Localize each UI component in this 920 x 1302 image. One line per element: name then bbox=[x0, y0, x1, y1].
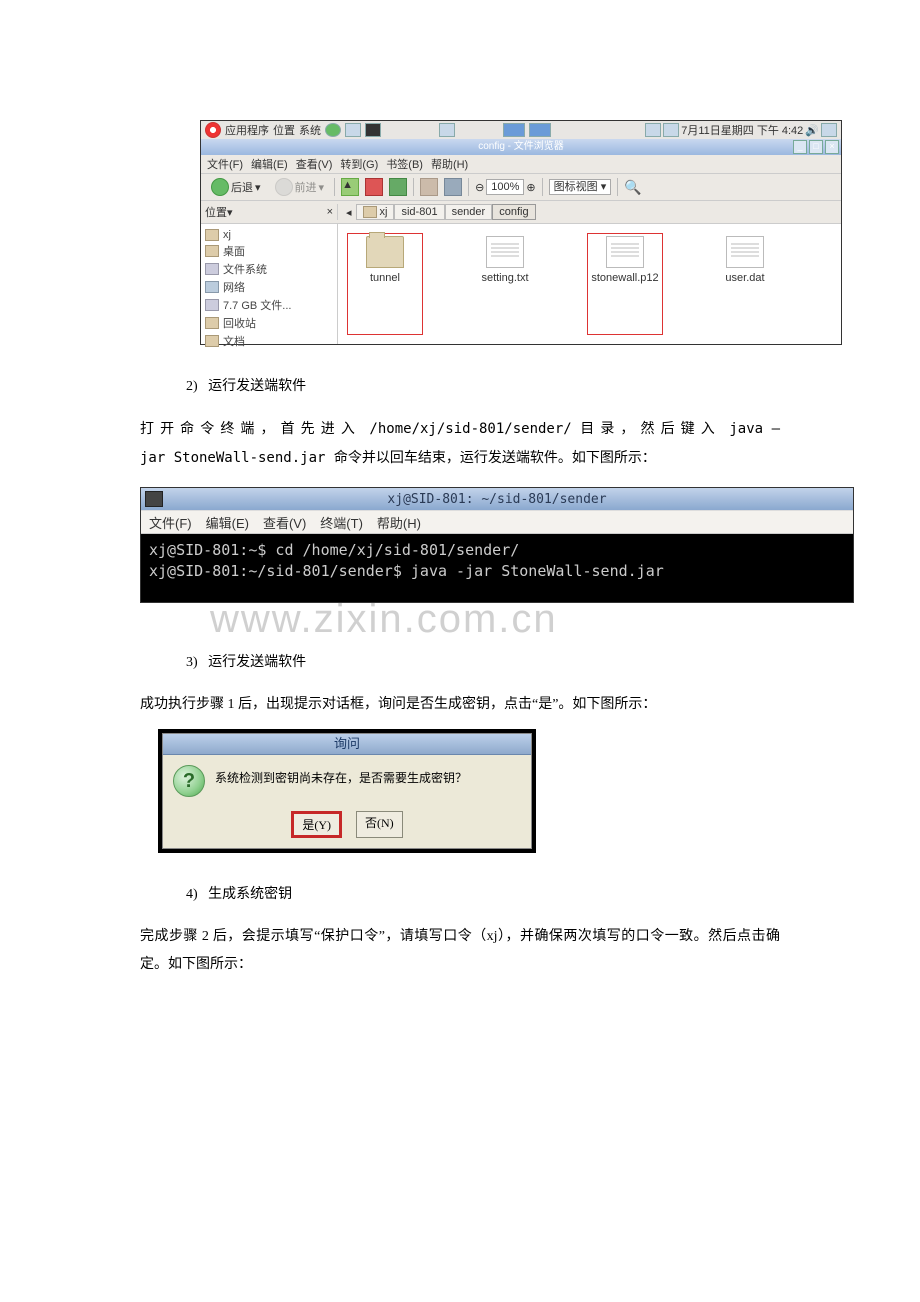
question-icon: ? bbox=[173, 765, 205, 797]
terminal-menu-view[interactable]: 查看(V) bbox=[263, 513, 306, 532]
breadcrumb-current[interactable]: config bbox=[492, 204, 535, 220]
reload-icon[interactable] bbox=[389, 178, 407, 196]
search-icon[interactable]: 🔍 bbox=[624, 179, 641, 196]
file-item[interactable]: user.dat bbox=[710, 236, 780, 332]
tray-icon[interactable] bbox=[645, 123, 661, 137]
breadcrumb[interactable]: xj bbox=[356, 204, 395, 220]
up-icon[interactable]: ▲ bbox=[341, 178, 359, 196]
sidebar-item[interactable]: 网络 bbox=[205, 278, 333, 296]
close-button[interactable]: × bbox=[825, 140, 839, 154]
file-label: tunnel bbox=[370, 272, 400, 284]
terminal-menu-help[interactable]: 帮助(H) bbox=[377, 513, 421, 532]
step-heading-3: 3) 运行发送端软件 bbox=[186, 651, 780, 671]
menu-goto[interactable]: 转到(G) bbox=[340, 156, 378, 172]
file-icon bbox=[486, 236, 524, 268]
computer-icon[interactable] bbox=[444, 178, 462, 196]
file-pane: tunnel setting.txt stonewall.p12 user.da… bbox=[338, 224, 841, 344]
taskbar-window-2[interactable] bbox=[529, 123, 551, 137]
folder-icon bbox=[366, 236, 404, 268]
menu-help[interactable]: 帮助(H) bbox=[431, 156, 468, 172]
no-button[interactable]: 否(N) bbox=[356, 811, 403, 838]
maximize-button[interactable]: □ bbox=[809, 140, 823, 154]
places-header: 位置▾ bbox=[205, 204, 233, 220]
file-label: setting.txt bbox=[481, 272, 528, 284]
terminal-menu-terminal[interactable]: 终端(T) bbox=[320, 513, 363, 532]
sidebar-item[interactable]: 文档 bbox=[205, 332, 333, 350]
zoom-in-icon[interactable]: ⊕ bbox=[526, 181, 535, 194]
file-icon bbox=[726, 236, 764, 268]
forward-button: 前进 ▾ bbox=[271, 176, 329, 198]
desktop-panel: 应用程序 位置 系统 7月11日星期四 下午 4:42 🔊 bbox=[201, 121, 841, 139]
sidebar-item[interactable]: xj bbox=[205, 228, 333, 242]
terminal-title-bar: xj@SID-801: ~/sid-801/sender bbox=[141, 488, 853, 510]
panel-launcher-icon[interactable] bbox=[345, 123, 361, 137]
tray-icon[interactable] bbox=[821, 123, 837, 137]
dialog-title: 询问 bbox=[163, 734, 531, 755]
step-heading-2: 2) 运行发送端软件 bbox=[186, 375, 780, 395]
sidebar-item[interactable]: 回收站 bbox=[205, 314, 333, 332]
terminal-menubar: 文件(F) 编辑(E) 查看(V) 终端(T) 帮助(H) bbox=[141, 510, 853, 534]
breadcrumb[interactable]: sid-801 bbox=[394, 204, 444, 220]
paragraph: 打开命令终端，首先进入 /home/xj/sid-801/sender/ 目录，… bbox=[140, 415, 780, 473]
zoom-level[interactable]: 100% bbox=[486, 179, 524, 195]
panel-places[interactable]: 位置 bbox=[273, 122, 295, 138]
minimize-button[interactable]: _ bbox=[793, 140, 807, 154]
sidebar-close-icon[interactable]: × bbox=[327, 206, 333, 218]
pathbar: 位置▾ × ◂ xj sid-801 sender config bbox=[201, 201, 841, 224]
menubar: 文件(F) 编辑(E) 查看(V) 转到(G) 书签(B) 帮助(H) bbox=[201, 155, 841, 174]
terminal-menu-edit[interactable]: 编辑(E) bbox=[206, 513, 249, 532]
back-button[interactable]: 后退 ▾ bbox=[207, 176, 265, 198]
window-title-bar: config - 文件浏览器 _ □ × bbox=[201, 139, 841, 155]
paragraph: 成功执行步骤 1 后，出现提示对话框，询问是否生成密钥，点击“是”。如下图所示： bbox=[140, 691, 780, 719]
file-manager-window: 应用程序 位置 系统 7月11日星期四 下午 4:42 🔊 config - 文… bbox=[200, 120, 842, 345]
menu-edit[interactable]: 编辑(E) bbox=[251, 156, 288, 172]
panel-keyboard-icon[interactable] bbox=[439, 123, 455, 137]
window-title: config - 文件浏览器 bbox=[478, 141, 564, 152]
confirm-dialog: 询问 ? 系统检测到密钥尚未存在，是否需要生成密钥？ 是(Y) 否(N) bbox=[158, 729, 536, 853]
sidebar: xj 桌面 文件系统 网络 7.7 GB 文件... 回收站 文档 bbox=[201, 224, 338, 344]
paragraph: 完成步骤 2 后，会提示填写“保护口令”，请填写口令（xj），并确保两次填写的口… bbox=[140, 923, 780, 979]
yes-button[interactable]: 是(Y) bbox=[291, 811, 342, 838]
panel-launcher-icon[interactable] bbox=[325, 123, 341, 137]
menu-bookmarks[interactable]: 书签(B) bbox=[386, 156, 423, 172]
panel-apps[interactable]: 应用程序 bbox=[225, 122, 269, 138]
panel-system[interactable]: 系统 bbox=[299, 122, 321, 138]
step-heading-4: 4) 生成系统密钥 bbox=[186, 883, 780, 903]
zoom-controls: ⊖ 100% ⊕ bbox=[475, 179, 536, 195]
menu-file[interactable]: 文件(F) bbox=[207, 156, 243, 172]
dialog-message: 系统检测到密钥尚未存在，是否需要生成密钥？ bbox=[215, 769, 467, 786]
sidebar-item[interactable]: 7.7 GB 文件... bbox=[205, 296, 333, 314]
terminal-output[interactable]: xj@SID-801:~$ cd /home/xj/sid-801/sender… bbox=[141, 534, 853, 602]
terminal-menu-file[interactable]: 文件(F) bbox=[149, 513, 192, 532]
terminal-window: xj@SID-801: ~/sid-801/sender 文件(F) 编辑(E)… bbox=[140, 487, 854, 603]
panel-clock: 7月11日星期四 下午 4:42 bbox=[681, 122, 803, 138]
tray-icon[interactable] bbox=[663, 123, 679, 137]
sidebar-item[interactable]: 文件系统 bbox=[205, 260, 333, 278]
file-icon bbox=[606, 236, 644, 268]
home-icon[interactable] bbox=[420, 178, 438, 196]
toolbar: 后退 ▾ 前进 ▾ ▲ ⊖ 100% ⊕ 图标视图 ▾ 🔍 bbox=[201, 174, 841, 201]
path-back-icon[interactable]: ◂ bbox=[342, 206, 356, 219]
terminal-title: xj@SID-801: ~/sid-801/sender bbox=[387, 492, 606, 507]
taskbar-window-1[interactable] bbox=[503, 123, 525, 137]
menu-view[interactable]: 查看(V) bbox=[296, 156, 333, 172]
stop-icon[interactable] bbox=[365, 178, 383, 196]
terminal-icon bbox=[145, 491, 163, 507]
file-item[interactable]: setting.txt bbox=[470, 236, 540, 332]
sidebar-item[interactable]: 桌面 bbox=[205, 242, 333, 260]
view-mode-select[interactable]: 图标视图 ▾ bbox=[549, 179, 612, 195]
zoom-out-icon[interactable]: ⊖ bbox=[475, 181, 484, 194]
volume-icon[interactable]: 🔊 bbox=[805, 124, 819, 137]
file-label: user.dat bbox=[725, 272, 764, 284]
debian-logo-icon bbox=[205, 122, 221, 138]
file-label: stonewall.p12 bbox=[591, 272, 658, 284]
breadcrumb[interactable]: sender bbox=[445, 204, 493, 220]
panel-launcher-icon[interactable] bbox=[365, 123, 381, 137]
file-item[interactable]: stonewall.p12 bbox=[590, 236, 660, 332]
file-item-folder[interactable]: tunnel bbox=[350, 236, 420, 332]
